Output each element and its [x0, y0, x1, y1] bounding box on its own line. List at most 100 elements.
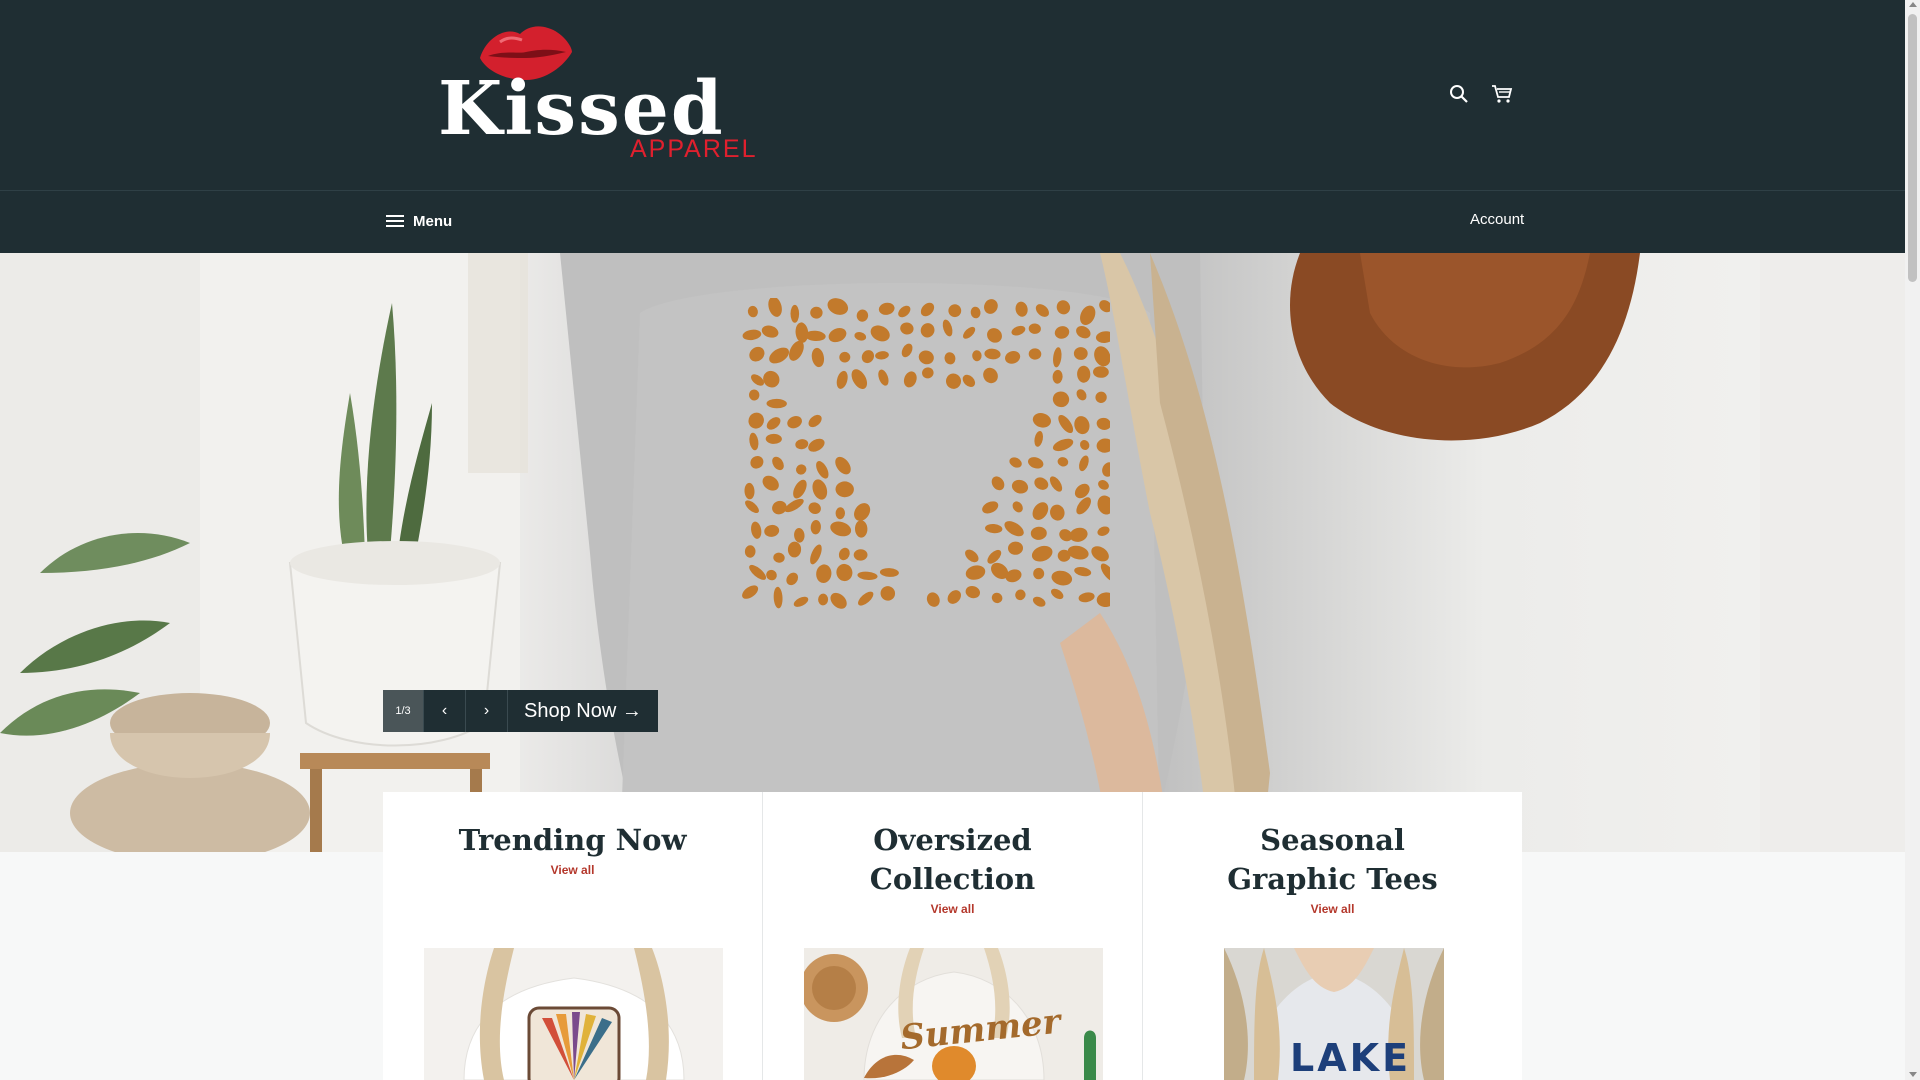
leopard-spot	[835, 481, 854, 498]
leopard-spot	[810, 520, 821, 535]
leopard-spot	[808, 502, 821, 515]
leopard-spot	[768, 298, 782, 317]
collection-image[interactable]: LAKE	[1224, 948, 1444, 1080]
leopard-spot	[918, 350, 934, 365]
chevron-left-icon: ‹	[441, 702, 448, 719]
account-link[interactable]: Account	[1470, 211, 1524, 228]
leopard-spot	[744, 545, 756, 558]
leopard-spot	[1004, 521, 1024, 537]
scrollbar-thumb[interactable]	[1908, 14, 1917, 282]
leopard-spot	[836, 563, 853, 582]
leopard-spot	[1078, 592, 1095, 603]
leopard-spot	[1097, 495, 1110, 515]
scroll-up-icon[interactable]	[1909, 2, 1917, 7]
leopard-spot	[808, 414, 822, 428]
collection-card[interactable]: Oversized Collection View all Summer	[763, 792, 1143, 1080]
menu-button[interactable]: Menu	[386, 208, 452, 234]
leopard-spot	[787, 541, 802, 558]
leopard-spot	[1034, 431, 1044, 447]
leopard-spot	[970, 306, 981, 319]
view-all-link[interactable]: View all	[1311, 902, 1355, 916]
cart-icon	[1492, 85, 1513, 103]
leopard-spot	[818, 593, 829, 606]
leopard-spot	[972, 350, 982, 362]
leopard-spot	[765, 433, 782, 444]
leopard-spot	[1012, 501, 1023, 513]
leopard-spot	[1074, 416, 1090, 435]
leopard-spot	[1032, 413, 1051, 428]
collection-card[interactable]: Trending Now View all	[383, 792, 763, 1080]
prev-slide-button[interactable]: ‹	[423, 690, 465, 732]
leopard-spot	[742, 329, 762, 341]
collection-card[interactable]: Seasonal Graphic Tees View all LAKE	[1143, 792, 1522, 1080]
leopard-spot	[984, 299, 998, 314]
leopard-spot	[965, 585, 980, 599]
leopard-spot	[1054, 326, 1070, 339]
leopard-spot	[1073, 347, 1088, 360]
leopard-spot	[773, 552, 785, 563]
leopard-spot	[766, 417, 781, 430]
leopard-spot	[945, 373, 962, 389]
leopard-spot	[790, 304, 800, 323]
leopard-spot	[1100, 563, 1110, 582]
leopard-spot	[795, 439, 809, 450]
leopard-spot	[1053, 347, 1062, 368]
leopard-spot	[793, 479, 807, 499]
leopard-spot	[1031, 545, 1053, 562]
view-all-link[interactable]: View all	[551, 863, 595, 877]
leopard-spot	[870, 325, 890, 342]
leopard-spot	[786, 572, 799, 586]
leopard-spot	[942, 319, 953, 337]
leopard-spot	[1102, 462, 1110, 477]
next-slide-button[interactable]: ›	[465, 690, 507, 732]
site-logo[interactable]: Kissed APPAREL	[438, 20, 758, 165]
collection-title[interactable]: Trending Now	[383, 821, 762, 860]
leopard-spot	[827, 298, 849, 315]
leopard-spot	[787, 416, 802, 429]
leopard-spot	[838, 547, 850, 561]
hero-slideshow	[0, 253, 1905, 852]
featured-collections: Trending Now View all Oversized Collecti…	[383, 792, 1522, 1080]
leopard-spot	[828, 328, 847, 343]
collection-image[interactable]	[424, 948, 723, 1080]
leopard-spot	[1009, 457, 1022, 468]
leopard-spot	[991, 476, 1005, 491]
leopard-spot	[1049, 476, 1063, 492]
leopard-spot	[1067, 545, 1089, 560]
leopard-spot	[856, 309, 869, 322]
leopard-spot	[749, 346, 765, 362]
leopard-graphic	[742, 298, 1110, 609]
slideshow-controls: 1/3 ‹ › Shop Now →	[383, 690, 658, 732]
page-scrollbar[interactable]	[1905, 0, 1920, 1080]
leopard-spot	[1099, 300, 1110, 313]
leopard-spot	[1033, 567, 1045, 580]
leopard-spot	[811, 347, 825, 368]
search-icon	[1450, 85, 1468, 103]
leopard-spot	[1052, 369, 1063, 384]
leopard-spot	[1032, 596, 1046, 607]
leopard-spot	[854, 520, 868, 538]
leopard-spot	[1076, 389, 1087, 401]
search-button[interactable]	[1443, 78, 1475, 110]
leopard-spot	[879, 568, 899, 577]
collection-image[interactable]: Summer	[804, 948, 1103, 1080]
view-all-link[interactable]: View all	[931, 902, 975, 916]
shop-now-button[interactable]: Shop Now →	[507, 690, 658, 732]
leopard-spot	[1095, 391, 1107, 403]
cart-button[interactable]	[1486, 78, 1518, 110]
collection-title[interactable]: Oversized Collection	[763, 821, 1142, 899]
collection-title[interactable]: Seasonal Graphic Tees	[1143, 821, 1522, 899]
leopard-spot	[965, 565, 986, 580]
leopard-spot	[1080, 305, 1096, 326]
leopard-spot	[1069, 527, 1088, 542]
leopard-spot	[1005, 351, 1021, 364]
leopard-spot	[898, 305, 911, 318]
leopard-spot	[1028, 348, 1042, 360]
leopard-spot	[880, 586, 896, 601]
leopard-spot	[982, 501, 999, 514]
scroll-down-icon[interactable]	[1909, 1072, 1917, 1077]
leopard-spot	[1058, 414, 1074, 434]
leopard-spot	[1094, 346, 1110, 367]
leopard-spot	[853, 549, 868, 561]
leopard-spot	[816, 461, 829, 479]
